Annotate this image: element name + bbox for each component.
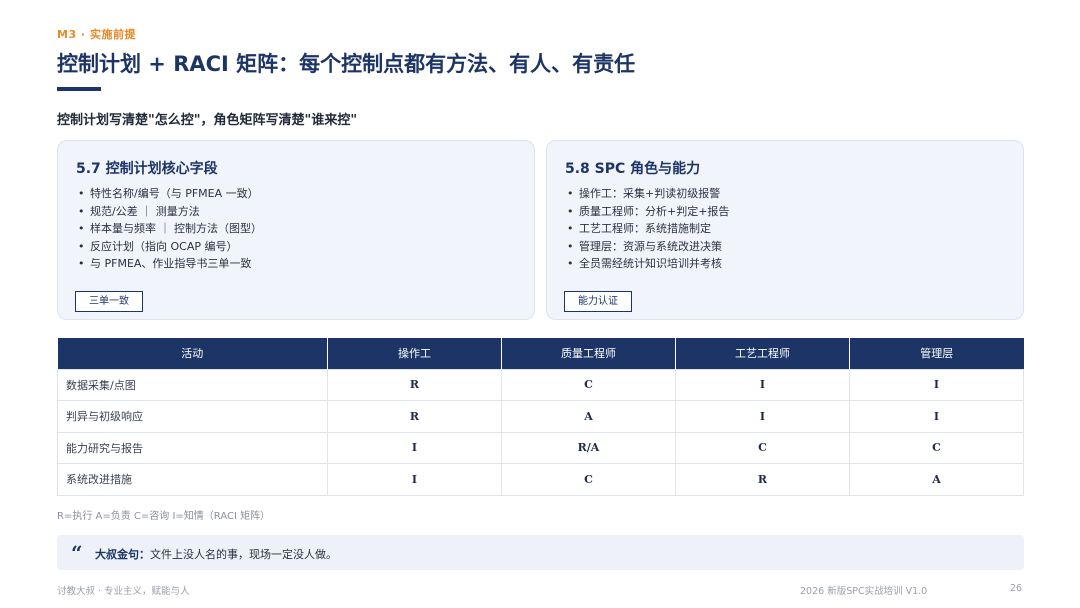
page-number: 26 <box>1010 583 1023 594</box>
raci-cell: A <box>501 400 676 433</box>
quote-text: 大叔金句：文件上没人名的事，现场一定没人做。 <box>95 546 337 562</box>
column-header: 活动 <box>57 338 328 369</box>
card-tag: 能力认证 <box>564 291 632 312</box>
table-row: 系统改进措施 I C R A <box>57 463 1024 496</box>
quote-label: 大叔金句： <box>95 548 150 561</box>
raci-cell: C <box>675 431 850 464</box>
list-item: 规范/公差 ｜ 测量方法 <box>78 203 262 221</box>
card-list: 特性名称/编号（与 PFMEA 一致） 规范/公差 ｜ 测量方法 样本量与频率 … <box>78 185 262 273</box>
quote-icon: “ <box>71 541 83 565</box>
page-title: 控制计划 + RACI 矩阵：每个控制点都有方法、有人、有责任 <box>57 52 636 76</box>
list-item: 样本量与频率 ｜ 控制方法（图型） <box>78 220 262 238</box>
table-row: 数据采集/点图 R C I I <box>57 368 1024 401</box>
title-underline <box>57 87 101 91</box>
section-eyebrow: M3 · 实施前提 <box>57 28 136 41</box>
quote-box: “ 大叔金句：文件上没人名的事，现场一定没人做。 <box>57 535 1024 570</box>
raci-cell: C <box>501 368 676 401</box>
raci-cell: R <box>327 400 502 433</box>
column-header: 管理层 <box>849 338 1024 369</box>
spc-roles-card: 5.8 SPC 角色与能力 操作工：采集+判读初级报警 质量工程师：分析+判定+… <box>546 140 1024 320</box>
table-header-row: 活动 操作工 质量工程师 工艺工程师 管理层 <box>57 338 1024 369</box>
list-item: 工艺工程师：系统措施制定 <box>567 220 729 238</box>
page-subtitle: 控制计划写清楚"怎么控"，角色矩阵写清楚"谁来控" <box>57 113 358 128</box>
list-item: 与 PFMEA、作业指导书三单一致 <box>78 255 262 273</box>
card-tag: 三单一致 <box>75 291 143 312</box>
raci-cell: I <box>849 400 1024 433</box>
list-item: 反应计划（指向 OCAP 编号） <box>78 238 262 256</box>
raci-cell: C <box>849 431 1024 464</box>
raci-cell: A <box>849 463 1024 496</box>
activity-cell: 数据采集/点图 <box>57 368 328 401</box>
raci-cell: C <box>501 463 676 496</box>
raci-cell: R <box>327 368 502 401</box>
raci-cell: I <box>675 368 850 401</box>
list-item: 质量工程师：分析+判定+报告 <box>567 203 729 221</box>
raci-cell: I <box>675 400 850 433</box>
raci-cell: R/A <box>501 431 676 464</box>
activity-cell: 判异与初级响应 <box>57 400 328 433</box>
table-row: 能力研究与报告 I R/A C C <box>57 431 1024 464</box>
raci-legend: R=执行 A=负责 C=咨询 I=知情（RACI 矩阵） <box>57 511 271 522</box>
list-item: 全员需经统计知识培训并考核 <box>567 255 729 273</box>
raci-cell: R <box>675 463 850 496</box>
card-title: 5.8 SPC 角色与能力 <box>565 161 701 177</box>
raci-cell: I <box>849 368 1024 401</box>
raci-cell: I <box>327 431 502 464</box>
column-header: 操作工 <box>327 338 502 369</box>
footer-brand: 讨教大叔 · 专业主义，赋能与人 <box>57 586 190 597</box>
card-list: 操作工：采集+判读初级报警 质量工程师：分析+判定+报告 工艺工程师：系统措施制… <box>567 185 729 273</box>
table-row: 判异与初级响应 R A I I <box>57 400 1024 433</box>
raci-table: 活动 操作工 质量工程师 工艺工程师 管理层 数据采集/点图 R C I I 判… <box>57 338 1024 496</box>
footer-course: 2026 新版SPC实战培训 V1.0 <box>800 586 928 597</box>
list-item: 特性名称/编号（与 PFMEA 一致） <box>78 185 262 203</box>
activity-cell: 系统改进措施 <box>57 463 328 496</box>
column-header: 工艺工程师 <box>675 338 850 369</box>
activity-cell: 能力研究与报告 <box>57 431 328 464</box>
control-plan-card: 5.7 控制计划核心字段 特性名称/编号（与 PFMEA 一致） 规范/公差 ｜… <box>57 140 535 320</box>
list-item: 操作工：采集+判读初级报警 <box>567 185 729 203</box>
quote-body: 文件上没人名的事，现场一定没人做。 <box>150 548 337 561</box>
raci-cell: I <box>327 463 502 496</box>
column-header: 质量工程师 <box>501 338 676 369</box>
list-item: 管理层：资源与系统改进决策 <box>567 238 729 256</box>
card-title: 5.7 控制计划核心字段 <box>76 161 218 177</box>
